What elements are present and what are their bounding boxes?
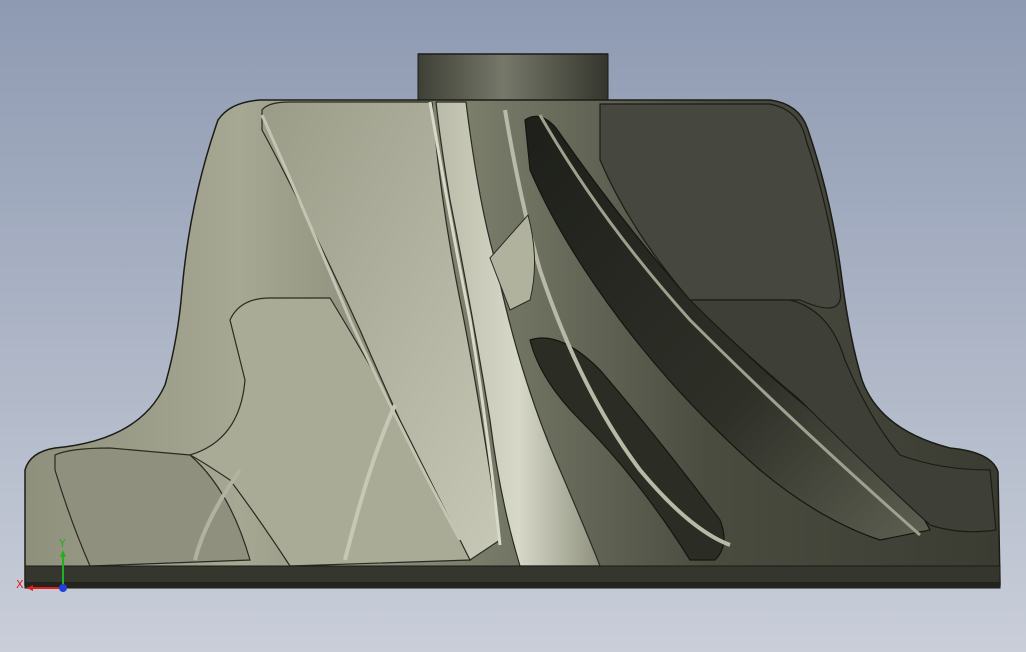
triad-z-axis xyxy=(59,584,67,592)
triad-y-label: Y xyxy=(58,537,66,550)
graphics-viewport[interactable]: X Y xyxy=(0,0,1026,652)
hub-cylinder xyxy=(417,53,609,105)
triad-x-label: X xyxy=(16,578,24,591)
